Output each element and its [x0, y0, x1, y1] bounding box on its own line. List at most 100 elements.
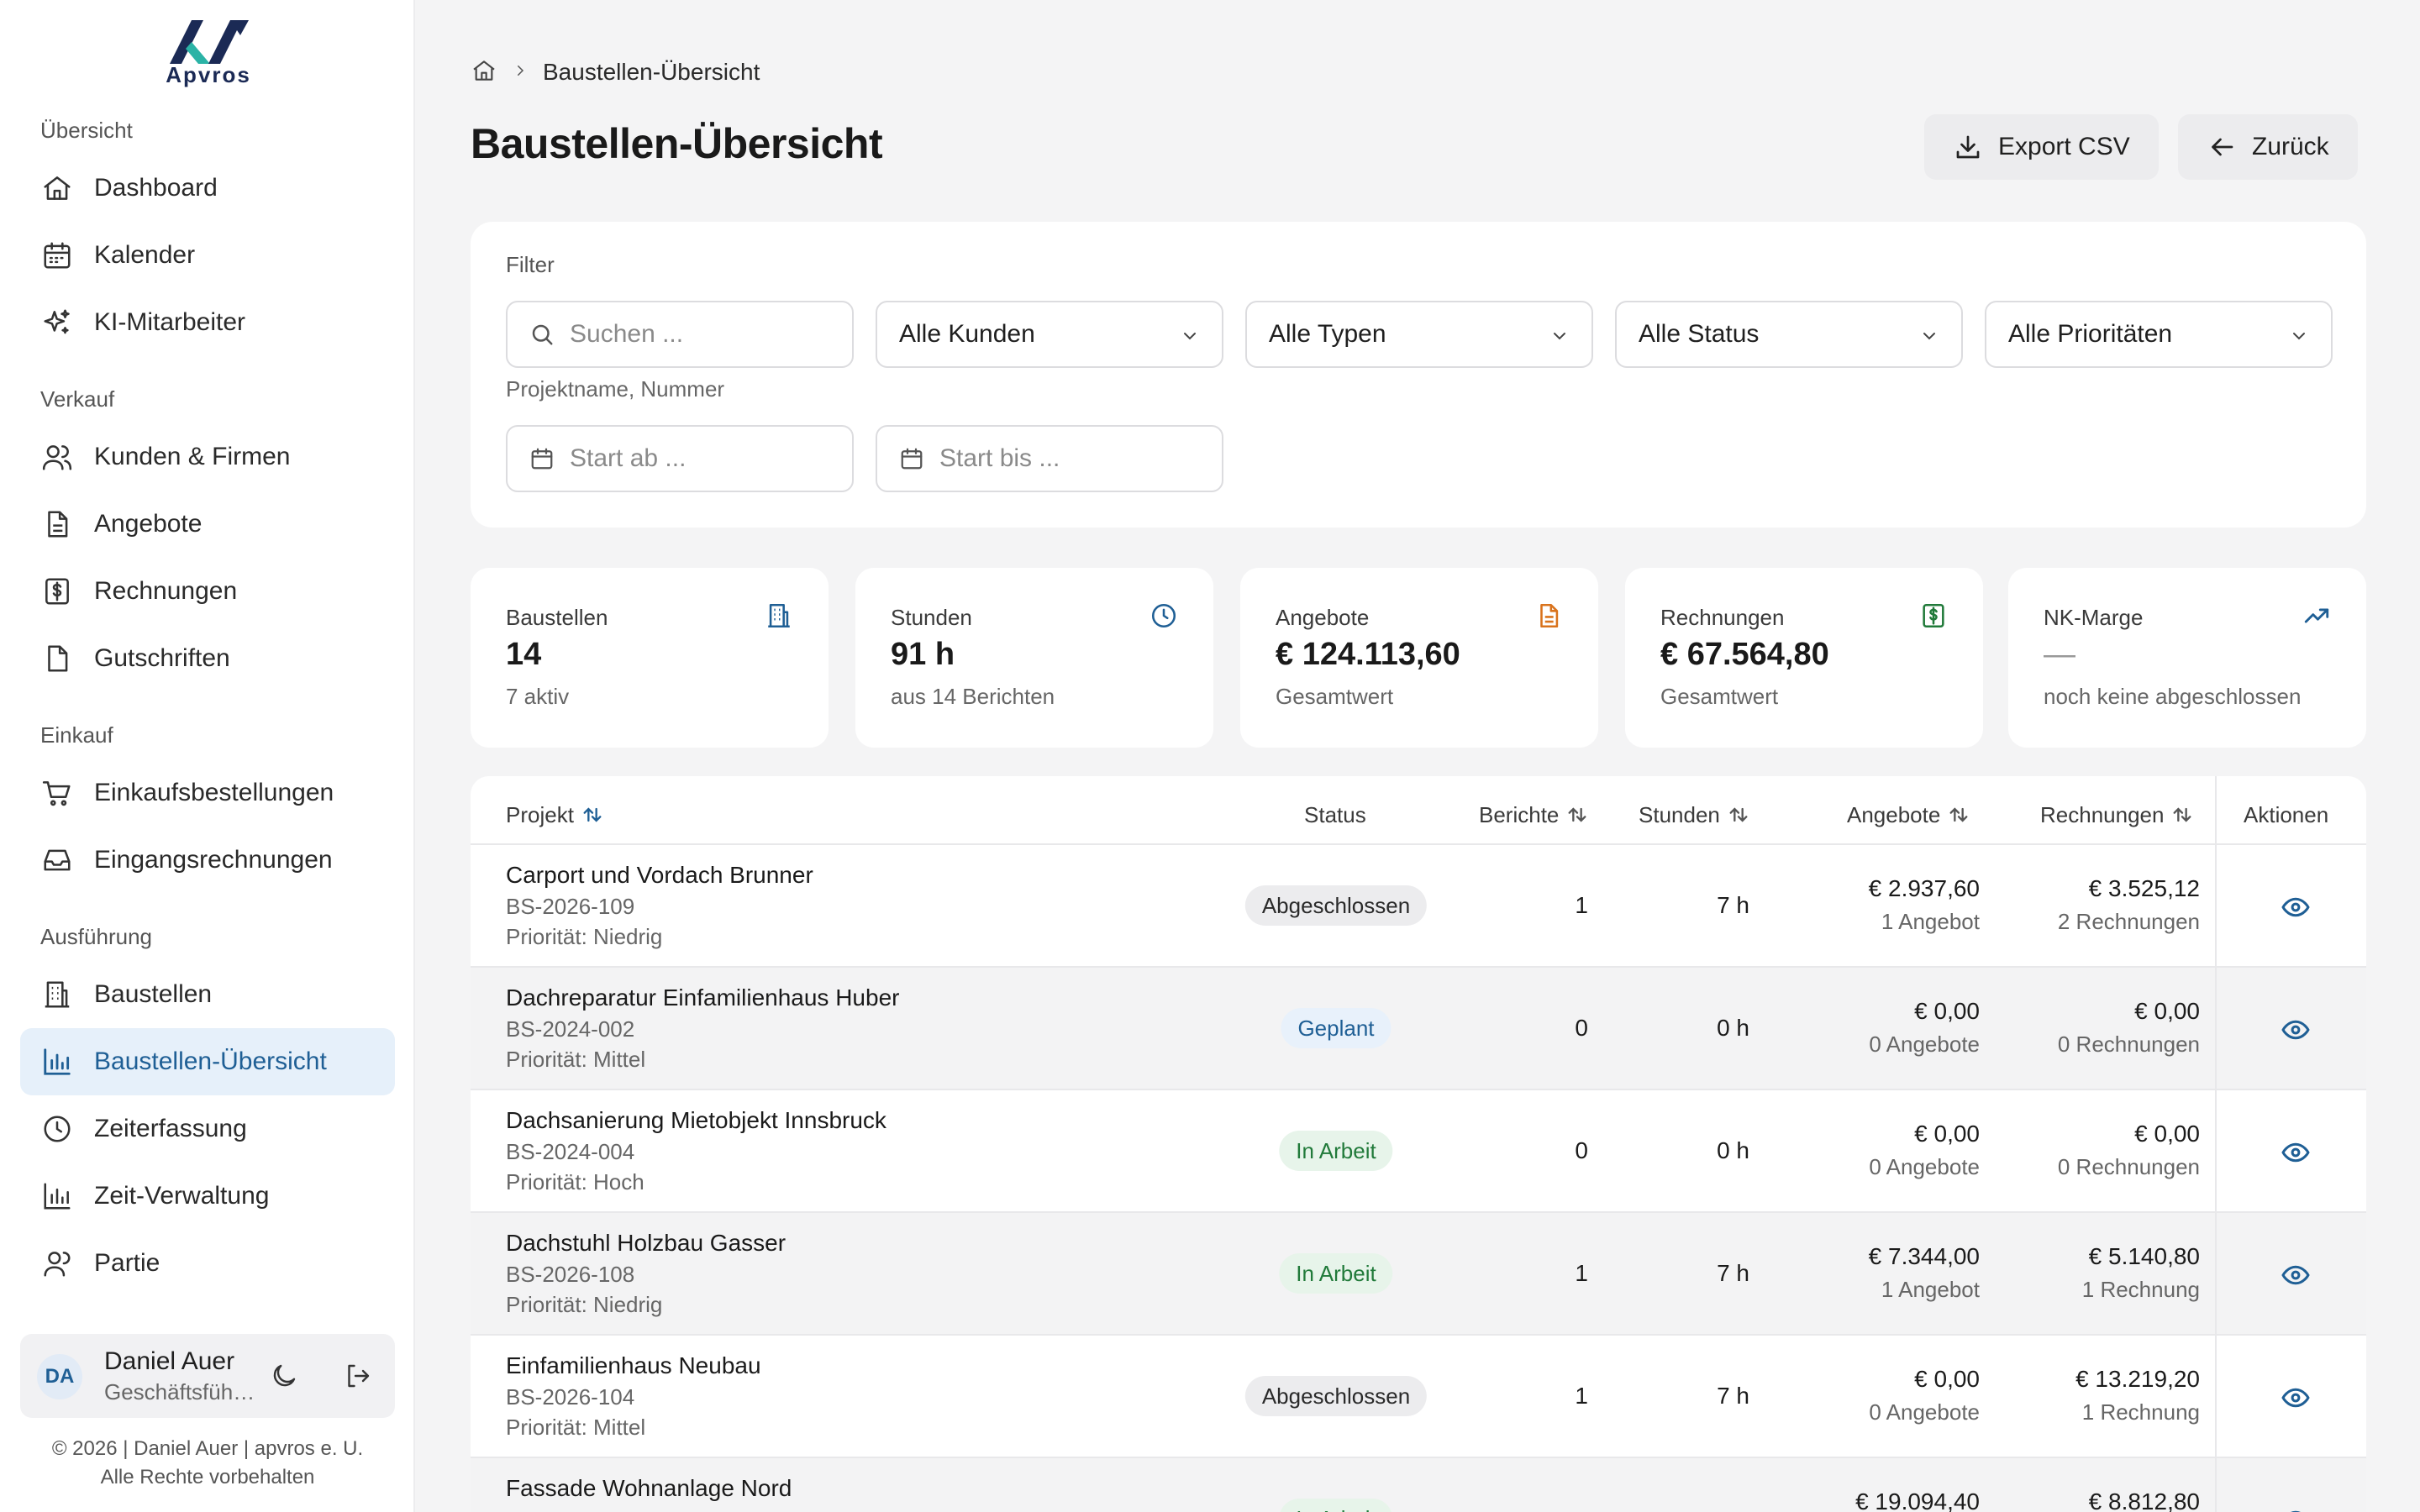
stat-label: Rechnungen — [1660, 605, 1785, 630]
file-icon — [40, 642, 74, 675]
chevron-down-icon — [1184, 333, 1196, 340]
sidebar-item-angebote[interactable]: Angebote — [20, 491, 395, 558]
document-icon — [40, 507, 74, 541]
sidebar-item-einkaufsbestellungen[interactable]: Einkaufsbestellungen — [20, 759, 395, 827]
stat-label: Stunden — [891, 605, 972, 630]
project-number: BS-2024-002 — [506, 1016, 635, 1042]
stat-value: € 124.113,60 — [1276, 637, 1460, 672]
theme-toggle-button[interactable] — [266, 1357, 302, 1394]
chevron-down-icon — [2293, 333, 2305, 340]
view-icon[interactable] — [2281, 1137, 2311, 1172]
breadcrumb: Baustellen-Übersicht — [471, 55, 760, 89]
view-icon[interactable] — [2281, 1505, 2311, 1512]
sort-icon — [1729, 807, 1748, 822]
sidebar-item-gutschriften[interactable]: Gutschriften — [20, 625, 395, 692]
column-header-hours[interactable]: Stunden — [1639, 800, 1750, 830]
export-csv-button[interactable]: Export CSV — [1924, 114, 2159, 180]
table-row[interactable]: Einfamilienhaus Neubau BS-2026-104 Priorit… — [471, 1336, 2366, 1458]
avatar: DA — [37, 1354, 82, 1399]
sidebar-item-label: Eingangsrechnungen — [94, 846, 333, 874]
search-icon — [532, 324, 553, 345]
building-icon — [40, 978, 74, 1011]
logo-mark-icon — [170, 20, 249, 64]
sidebar-item-baustellen-uebersicht[interactable]: Baustellen-Übersicht — [20, 1028, 395, 1095]
chevron-right-icon — [513, 63, 528, 82]
priority-select[interactable]: Alle Prioritäten — [1985, 301, 2333, 368]
offers-count: 1 Angebot — [1881, 909, 1980, 934]
sidebar-item-zeit-verwaltung[interactable]: Zeit-Verwaltung — [20, 1163, 395, 1230]
project-priority: Priorität: Niedrig — [506, 1292, 663, 1317]
view-icon[interactable] — [2281, 1383, 2311, 1417]
project-name[interactable]: Fassade Wohnanlage Nord — [506, 1475, 792, 1502]
chevron-down-icon — [1923, 333, 1935, 340]
start-from-input[interactable]: Start ab ... — [506, 425, 854, 492]
status-badge: In Arbeit — [1279, 1499, 1393, 1512]
sidebar-item-label: Zeit-Verwaltung — [94, 1182, 270, 1210]
user-card[interactable]: DA Daniel Auer Geschäftsführer — [20, 1334, 395, 1418]
back-button[interactable]: Zurück — [2178, 114, 2358, 180]
stat-sub: aus 14 Berichten — [891, 684, 1055, 709]
brand-name: Apvros — [166, 62, 251, 87]
view-icon[interactable] — [2281, 1015, 2311, 1049]
sidebar-item-label: Kalender — [94, 241, 196, 269]
table-row[interactable]: Dachstuhl Holzbau Gasser BS-2026-108 Prior… — [471, 1213, 2366, 1336]
stat-sub: Gesamtwert — [1276, 684, 1394, 709]
brand-logo[interactable]: Apvros — [158, 17, 259, 87]
project-name[interactable]: Dachstuhl Holzbau Gasser — [506, 1230, 786, 1257]
project-name[interactable]: Dachsanierung Mietobjekt Innsbruck — [506, 1107, 886, 1134]
type-select[interactable]: Alle Typen — [1245, 301, 1593, 368]
table-row[interactable]: Carport und Vordach Brunner BS-2026-109 Pr… — [471, 845, 2366, 968]
column-header-reports[interactable]: Berichte — [1479, 800, 1589, 830]
column-header-offers[interactable]: Angebote — [1847, 800, 1970, 830]
stat-sub: 7 aktiv — [506, 684, 570, 709]
offers-amount: € 7.344,00 — [1868, 1243, 1980, 1269]
column-header-invoices[interactable]: Rechnungen — [2040, 800, 2194, 830]
table-row[interactable]: Dachreparatur Einfamilienhaus Huber BS-20… — [471, 968, 2366, 1090]
offers-count: 0 Angebote — [1869, 1154, 1980, 1179]
customer-select[interactable]: Alle Kunden — [876, 301, 1223, 368]
sidebar-item-kunden[interactable]: Kunden & Firmen — [20, 423, 395, 491]
search-placeholder: Suchen ... — [570, 320, 684, 348]
view-icon[interactable] — [2281, 1260, 2311, 1294]
sidebar-item-dashboard[interactable]: Dashboard — [20, 155, 395, 222]
sidebar-item-ki-mitarbeiter[interactable]: KI-Mitarbeiter — [20, 289, 395, 356]
project-priority: Priorität: Niedrig — [506, 924, 663, 949]
invoices-count: 2 Rechnungen — [2057, 909, 2200, 934]
hours-value: 0 h — [1717, 1137, 1749, 1163]
stat-label: Angebote — [1276, 605, 1370, 630]
sidebar-item-partie[interactable]: Partie — [20, 1230, 395, 1297]
sidebar-item-eingangsrechnungen[interactable]: Eingangsrechnungen — [20, 827, 395, 894]
project-name[interactable]: Dachreparatur Einfamilienhaus Huber — [506, 984, 899, 1011]
section-title-einkauf: Einkauf — [40, 722, 113, 748]
table-row[interactable]: Dachsanierung Mietobjekt Innsbruck BS-202… — [471, 1090, 2366, 1213]
project-name[interactable]: Carport und Vordach Brunner — [506, 862, 813, 889]
calendar-icon — [901, 448, 923, 470]
project-name[interactable]: Einfamilienhaus Neubau — [506, 1352, 761, 1379]
status-select-value: Alle Status — [1639, 320, 1760, 348]
start-to-input[interactable]: Start bis ... — [876, 425, 1223, 492]
moon-icon — [273, 1364, 296, 1387]
sidebar-item-baustellen[interactable]: Baustellen — [20, 961, 395, 1028]
hours-value: 7 h — [1717, 892, 1749, 918]
users-icon — [40, 440, 74, 474]
calendar-icon — [531, 448, 553, 470]
invoices-amount: € 8.812,80 — [2088, 1488, 2200, 1512]
hours-value: 0 h — [1717, 1015, 1749, 1041]
search-input[interactable]: Suchen ... — [506, 301, 854, 368]
page-title: Baustellen-Übersicht — [471, 120, 883, 167]
invoices-count: 0 Rechnungen — [2057, 1154, 2200, 1179]
column-header-project[interactable]: Projekt — [506, 800, 604, 830]
offers-amount: € 2.937,60 — [1868, 875, 1980, 901]
invoices-count: 1 Rechnung — [2081, 1277, 2200, 1302]
table-row[interactable]: Fassade Wohnanlage Nord In Arbeit € 19.094… — [471, 1458, 2366, 1512]
sidebar-item-kalender[interactable]: Kalender — [20, 222, 395, 289]
sidebar-item-zeiterfassung[interactable]: Zeiterfassung — [20, 1095, 395, 1163]
sidebar-item-rechnungen[interactable]: Rechnungen — [20, 558, 395, 625]
logout-button[interactable] — [339, 1357, 376, 1394]
column-header-actions: Aktionen — [2244, 800, 2328, 830]
trending-up-icon — [2302, 601, 2331, 634]
status-select[interactable]: Alle Status — [1615, 301, 1963, 368]
view-icon[interactable] — [2281, 892, 2311, 927]
reports-count: 1 — [1575, 1260, 1588, 1286]
home-icon[interactable] — [471, 57, 497, 88]
